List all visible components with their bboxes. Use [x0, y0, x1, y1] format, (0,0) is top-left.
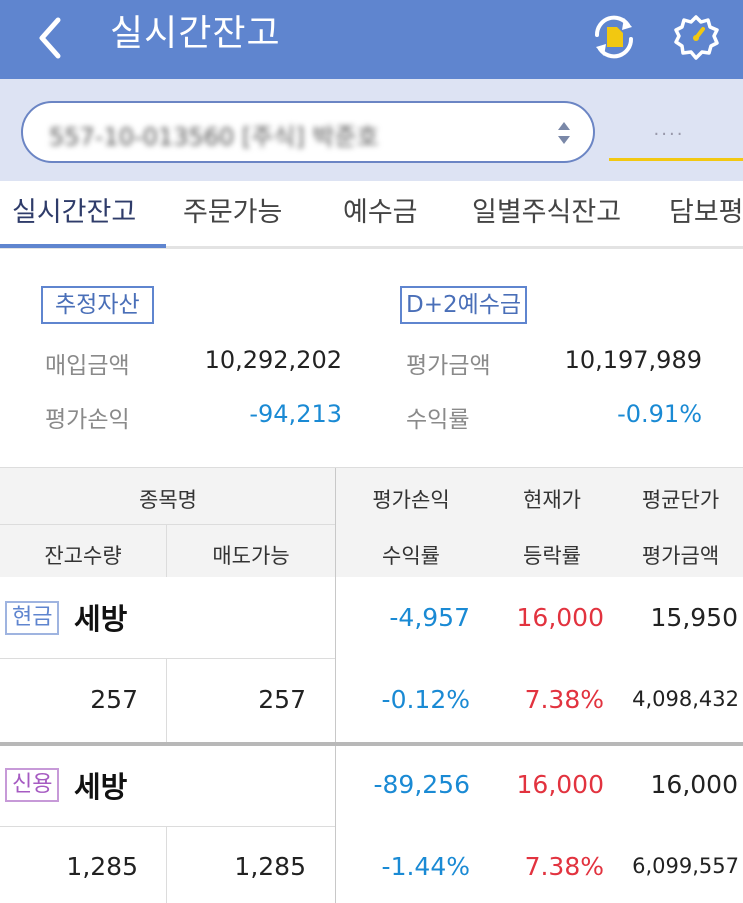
- return-rate-value: -0.91%: [617, 400, 702, 428]
- purchase-amount-label: 매입금액: [45, 353, 130, 379]
- row-divider: [0, 826, 336, 827]
- eval-pl-value: -94,213: [249, 400, 342, 428]
- eval-amount-label: 평가금액: [406, 353, 491, 379]
- cash-tag: 현금: [5, 601, 60, 635]
- account-select[interactable]: 557-10-013560 [주식] 박준호: [21, 101, 595, 163]
- balance-qty: 257: [90, 685, 138, 714]
- purchase-amount-value: 10,292,202: [204, 346, 342, 374]
- row-divider: [0, 658, 336, 659]
- eval-pl: -4,957: [389, 603, 470, 632]
- password-dots: ....: [653, 119, 685, 140]
- header-eval-amount: 평가금액: [641, 544, 720, 568]
- sellable-qty: 257: [258, 685, 306, 714]
- tab-orderable[interactable]: 주문가능: [183, 195, 282, 231]
- estimated-assets-button[interactable]: 추정자산: [41, 286, 154, 324]
- return-rate: -0.12%: [381, 685, 470, 714]
- return-rate-label: 수익률: [406, 407, 470, 433]
- eval-pl: -89,256: [373, 770, 471, 799]
- settings-button[interactable]: [670, 12, 722, 64]
- row-col-divider: [166, 658, 167, 743]
- account-bar: 557-10-013560 [주식] 박준호 ....: [0, 79, 743, 181]
- password-field[interactable]: ....: [609, 109, 743, 161]
- page-title: 실시간잔고: [110, 13, 281, 54]
- header-stock-name: 종목명: [139, 488, 197, 512]
- row-col-divider: [335, 577, 336, 743]
- stock-name: 세방: [74, 602, 128, 636]
- eval-pl-label: 평가손익: [45, 407, 130, 433]
- chevron-left-icon: [39, 17, 61, 59]
- select-arrows-icon: [558, 122, 570, 144]
- header-eval-pl: 평가손익: [372, 488, 450, 512]
- eval-amount: 4,098,432: [632, 687, 739, 711]
- header-divider: [0, 524, 336, 525]
- account-number: 557-10-013560 [주식] 박준호: [49, 123, 379, 151]
- header-balance-qty: 잔고수량: [44, 544, 122, 568]
- table-row[interactable]: 현금 세방 -4,957 16,000 15,950 257 257 -0.12…: [0, 577, 743, 743]
- eval-amount: 6,099,557: [632, 854, 739, 878]
- header-return-rate: 수익률: [382, 544, 440, 568]
- current-price: 16,000: [516, 603, 604, 632]
- avg-price: 15,950: [650, 603, 738, 632]
- tab-daily-stock-balance[interactable]: 일별주식잔고: [472, 195, 621, 231]
- credit-tag: 신용: [5, 768, 60, 802]
- change-rate: 7.38%: [524, 685, 604, 714]
- row-col-divider: [166, 826, 167, 903]
- tab-collateral[interactable]: 담보평: [669, 195, 743, 231]
- header-col-divider: [335, 468, 336, 578]
- header-current-price: 현재가: [523, 488, 581, 512]
- tab-deposit[interactable]: 예수금: [343, 195, 418, 231]
- back-button[interactable]: [34, 14, 74, 62]
- row-col-divider: [335, 746, 336, 903]
- stock-name: 세방: [74, 770, 128, 804]
- d2-deposit-button[interactable]: D+2예수금: [400, 286, 528, 324]
- app-header: 실시간잔고: [0, 0, 743, 79]
- summary-panel: 추정자산 D+2예수금 매입금액 10,292,202 평가손익 -94,213…: [0, 252, 743, 467]
- refresh-button[interactable]: [588, 13, 640, 61]
- eval-amount-value: 10,197,989: [564, 346, 702, 374]
- change-rate: 7.38%: [524, 852, 604, 881]
- header-col-divider: [166, 524, 167, 578]
- refresh-document-icon: [594, 15, 634, 59]
- table-header: 종목명 평가손익 현재가 평균단가 잔고수량 매도가능 수익률 등락률 평가금액: [0, 467, 743, 578]
- active-tab-indicator: [0, 244, 166, 248]
- tab-bar: 실시간잔고 주문가능 예수금 일별주식잔고 담보평: [0, 181, 743, 249]
- balance-qty: 1,285: [66, 852, 138, 881]
- table-row[interactable]: 신용 세방 -89,256 16,000 16,000 1,285 1,285 …: [0, 746, 743, 903]
- avg-price: 16,000: [650, 770, 738, 799]
- header-sellable-qty: 매도가능: [212, 544, 290, 568]
- sellable-qty: 1,285: [234, 852, 306, 881]
- gear-icon: [674, 15, 719, 60]
- return-rate: -1.44%: [381, 852, 470, 881]
- current-price: 16,000: [516, 770, 604, 799]
- header-avg-price: 평균단가: [641, 488, 720, 512]
- tab-realtime-balance[interactable]: 실시간잔고: [12, 195, 136, 231]
- header-change-rate: 등락률: [523, 544, 581, 568]
